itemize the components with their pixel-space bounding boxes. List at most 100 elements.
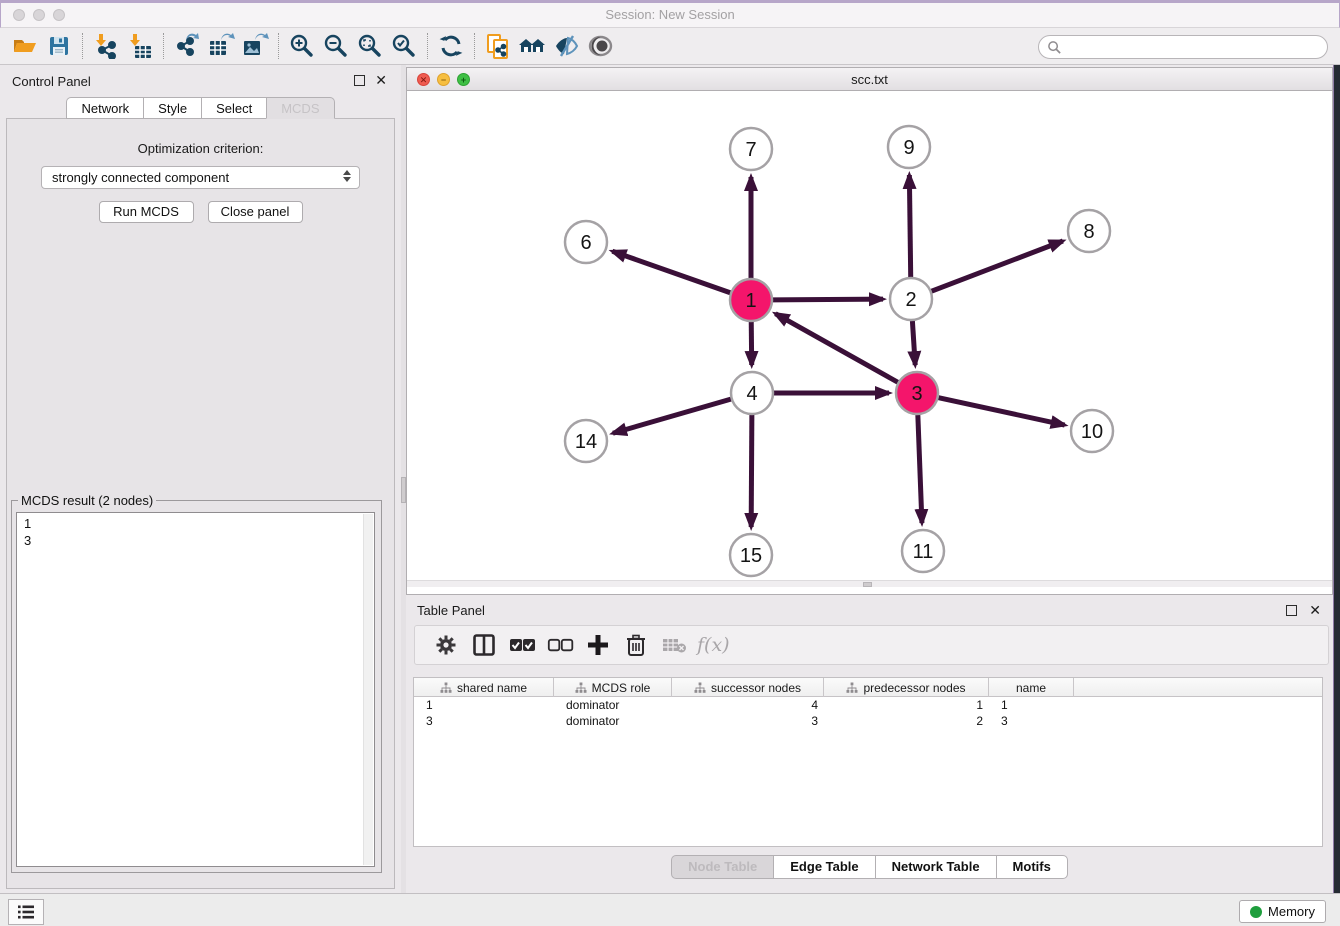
zoom-out-button[interactable]	[319, 31, 353, 61]
tab-mcds[interactable]: MCDS	[266, 97, 334, 119]
graph-edge-3-10[interactable]	[938, 398, 1064, 425]
delete-column-button[interactable]	[619, 629, 653, 661]
table-settings-button[interactable]	[429, 629, 463, 661]
export-table-button[interactable]	[204, 31, 238, 61]
graph-node-8[interactable]: 8	[1068, 210, 1110, 252]
table-cell-predecessor-nodes[interactable]: 1	[824, 697, 989, 713]
show-panel-button[interactable]	[583, 31, 617, 61]
table-cell-shared-name[interactable]: 1	[414, 697, 554, 713]
graph-node-14[interactable]: 14	[565, 420, 607, 462]
mcds-result-scrollbar[interactable]	[363, 514, 373, 865]
table-row[interactable]: 3dominator323	[414, 713, 1322, 729]
zoom-in-button[interactable]	[285, 31, 319, 61]
column-header-predecessor-nodes[interactable]: predecessor nodes	[824, 678, 989, 697]
mcds-result-textarea[interactable]: 13	[16, 512, 375, 867]
hscroll-thumb[interactable]	[863, 582, 872, 587]
graph-edge-2-9[interactable]	[909, 175, 910, 277]
tab-select[interactable]: Select	[201, 97, 266, 119]
export-network-button[interactable]	[170, 31, 204, 61]
column-header-name[interactable]: name	[989, 678, 1074, 697]
graph-edge-2-8[interactable]	[932, 241, 1063, 291]
search-icon	[1047, 40, 1062, 55]
table-panel-close-button[interactable]: ✕	[1309, 605, 1321, 616]
table-cell-successor-nodes[interactable]: 3	[672, 713, 824, 729]
graph-node-10[interactable]: 10	[1071, 410, 1113, 452]
graph-node-1[interactable]: 1	[730, 279, 772, 321]
graph-node-3[interactable]: 3	[896, 372, 938, 414]
toolbar-separator	[82, 33, 83, 59]
delete-table-button	[657, 629, 691, 661]
graph-node-2[interactable]: 2	[890, 278, 932, 320]
task-history-button[interactable]	[8, 899, 44, 925]
select-all-rows-button[interactable]	[505, 629, 539, 661]
graph-edge-3-11[interactable]	[918, 415, 922, 523]
table-cell-mcds-role[interactable]: dominator	[554, 713, 672, 729]
graph-node-9[interactable]: 9	[888, 126, 930, 168]
optimization-criterion-select[interactable]: strongly connected component	[41, 166, 360, 189]
column-header-label: successor nodes	[711, 681, 801, 695]
memory-button[interactable]: Memory	[1239, 900, 1326, 923]
table-panel-float-button[interactable]	[1286, 605, 1297, 616]
network-hscrollbar[interactable]	[407, 580, 1332, 587]
column-header-mcds-role[interactable]: MCDS role	[554, 678, 672, 697]
graph-node-6[interactable]: 6	[565, 221, 607, 263]
export-image-button[interactable]	[238, 31, 272, 61]
tab-network-table[interactable]: Network Table	[875, 855, 996, 879]
table-toolbar: f(x)	[414, 625, 1329, 665]
search-input[interactable]	[1062, 40, 1327, 55]
graph-edge-1-6[interactable]	[612, 251, 730, 292]
graph-edge-4-15[interactable]	[751, 415, 752, 527]
add-column-button[interactable]	[581, 629, 615, 661]
tab-edge-table[interactable]: Edge Table	[773, 855, 874, 879]
graph-node-15[interactable]: 15	[730, 534, 772, 576]
zoom-fit-icon	[357, 33, 383, 59]
table-cell-predecessor-nodes[interactable]: 2	[824, 713, 989, 729]
table-cell-name[interactable]: 3	[989, 713, 1074, 729]
tab-style[interactable]: Style	[143, 97, 201, 119]
import-network-button[interactable]	[89, 31, 123, 61]
network-canvas[interactable]: 7 9 6 8 1 2 4 3 14 10 15 11	[407, 91, 1332, 587]
network-window-titlebar[interactable]: ✕ − + scc.txt	[407, 68, 1332, 91]
table-cell-successor-nodes[interactable]: 4	[672, 697, 824, 713]
graph-edge-4-14[interactable]	[613, 399, 731, 433]
run-mcds-button[interactable]: Run MCDS	[99, 201, 194, 223]
home-layout-button[interactable]	[515, 31, 549, 61]
table-cell-mcds-role[interactable]: dominator	[554, 697, 672, 713]
column-header-shared-name[interactable]: shared name	[414, 678, 554, 697]
hide-panel-button[interactable]	[549, 31, 583, 61]
graph-node-4[interactable]: 4	[731, 372, 773, 414]
save-session-button[interactable]	[42, 31, 76, 61]
open-session-button[interactable]	[8, 31, 42, 61]
column-header-label: name	[1016, 681, 1046, 695]
column-type-icon	[575, 682, 587, 694]
close-panel-button[interactable]: Close panel	[208, 201, 303, 223]
graph-edge-3-1[interactable]	[775, 314, 897, 383]
table-cell-name[interactable]: 1	[989, 697, 1074, 713]
export-network-icon	[174, 33, 200, 59]
zoom-fit-button[interactable]	[353, 31, 387, 61]
deselect-all-rows-button[interactable]	[543, 629, 577, 661]
control-panel-close-button[interactable]: ✕	[375, 75, 387, 86]
table-panel: Table Panel ✕ f(x)	[406, 595, 1333, 893]
graph-node-7[interactable]: 7	[730, 128, 772, 170]
graph-svg: 7 9 6 8 1 2 4 3 14 10 15 11	[407, 91, 1332, 580]
table-cell-shared-name[interactable]: 3	[414, 713, 554, 729]
graph-node-11[interactable]: 11	[902, 530, 944, 572]
tab-network[interactable]: Network	[66, 97, 143, 119]
control-panel-tabs: NetworkStyleSelectMCDS	[0, 97, 401, 119]
search-field[interactable]	[1038, 35, 1328, 59]
clone-network-button[interactable]	[481, 31, 515, 61]
table-row[interactable]: 1dominator411	[414, 697, 1322, 713]
import-table-button[interactable]	[123, 31, 157, 61]
zoom-selected-button[interactable]	[387, 31, 421, 61]
graph-node-label: 14	[575, 431, 597, 453]
node-table: shared nameMCDS role successor nodes prede…	[413, 677, 1323, 847]
graph-edge-1-2[interactable]	[773, 299, 883, 300]
column-header-successor-nodes[interactable]: successor nodes	[672, 678, 824, 697]
tab-motifs[interactable]: Motifs	[996, 855, 1068, 879]
refresh-button[interactable]	[434, 31, 468, 61]
control-panel-float-button[interactable]	[354, 75, 365, 86]
show-column-panel-button[interactable]	[467, 629, 501, 661]
tab-node-table[interactable]: Node Table	[671, 855, 773, 879]
graph-edge-2-3[interactable]	[912, 321, 915, 365]
